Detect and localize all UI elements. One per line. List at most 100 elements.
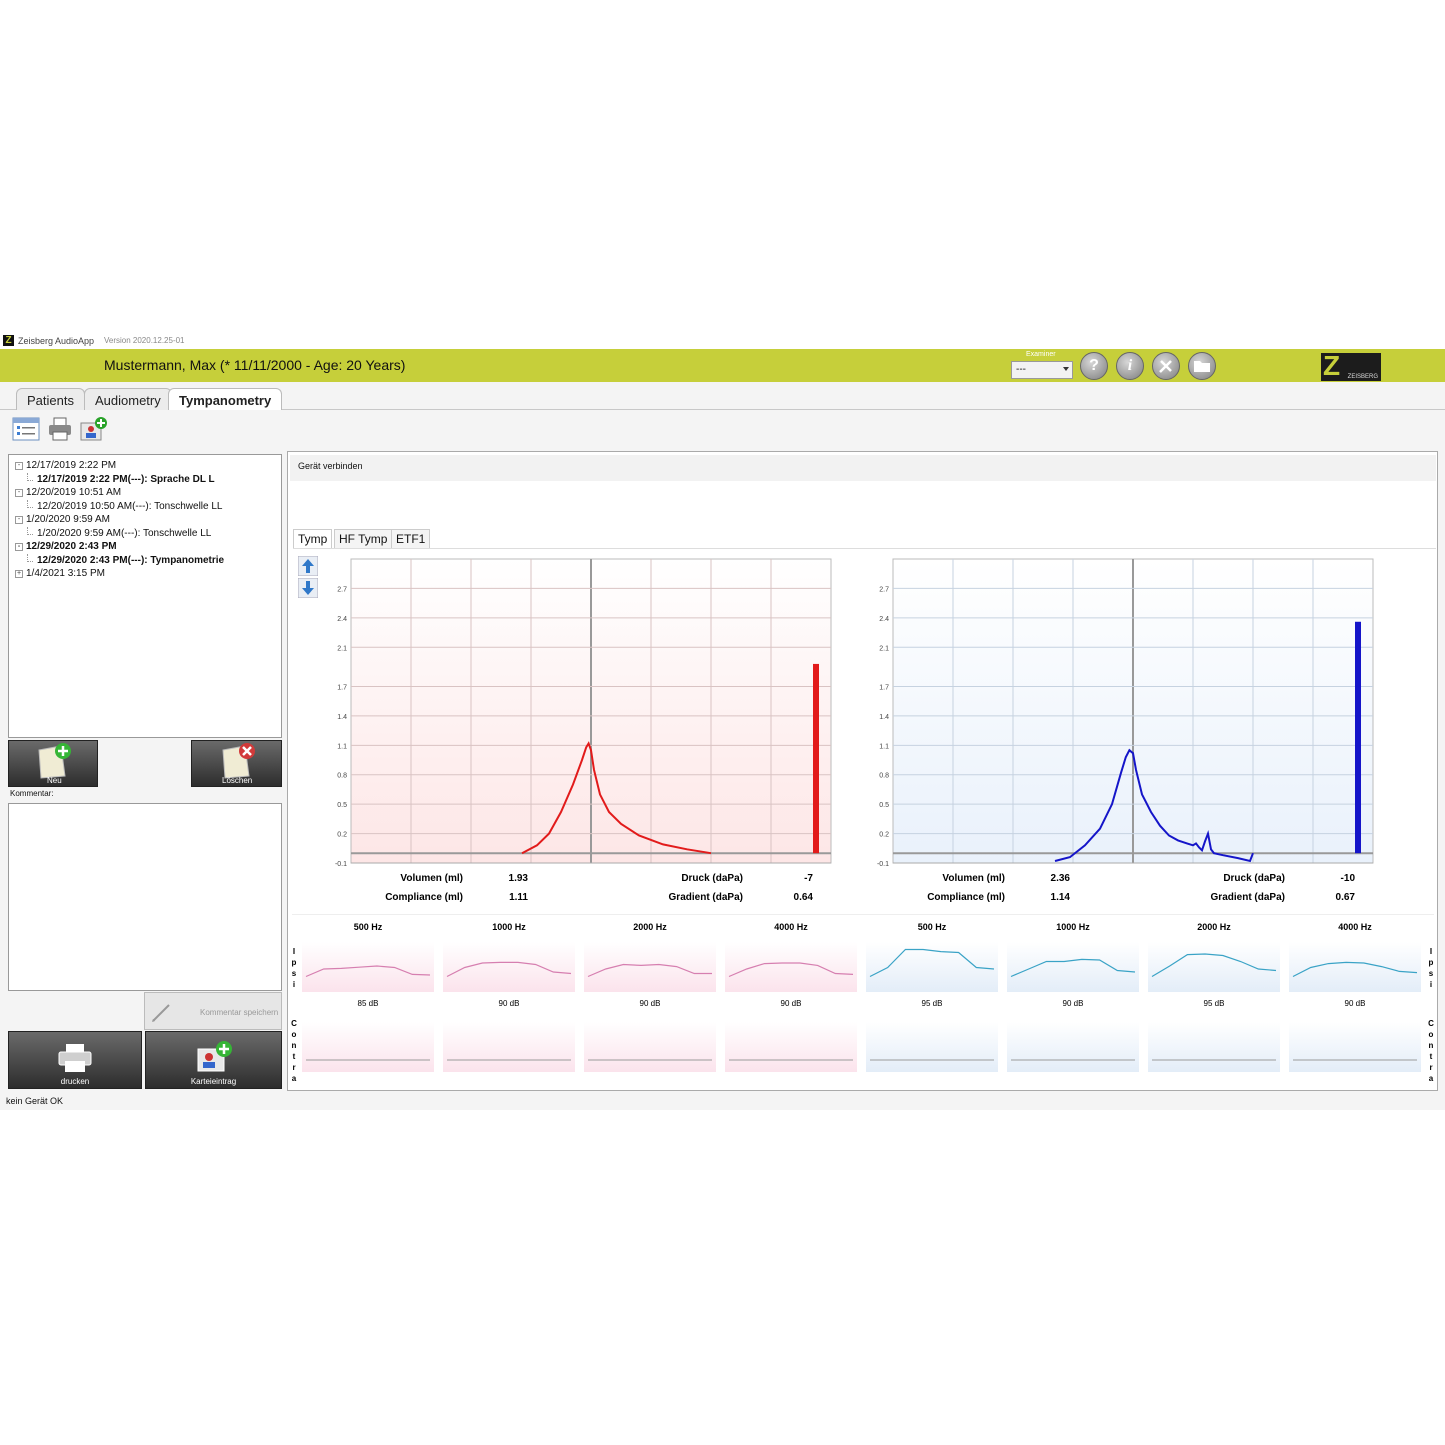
- reflex-level: 95 dB: [922, 999, 943, 1008]
- vertical-label-char: a: [292, 1074, 297, 1083]
- app-logo-icon: Z: [3, 335, 14, 346]
- status-text: kein Gerät OK: [6, 1096, 64, 1106]
- new-button-label: Neu: [47, 776, 62, 785]
- comment-input[interactable]: [8, 803, 282, 991]
- folder-button[interactable]: [1188, 352, 1216, 380]
- tree-item-session[interactable]: -12/29/2020 2:43 PM: [15, 540, 281, 554]
- help-button[interactable]: ?: [1080, 352, 1108, 380]
- reflex-panel: 500 Hz 95 dB: [866, 922, 998, 1072]
- stat-value: 0.64: [794, 892, 814, 903]
- volume-bar-left: [1355, 621, 1361, 854]
- connect-device-link[interactable]: Gerät verbinden: [298, 461, 363, 471]
- new-button[interactable]: Neu: [8, 740, 98, 787]
- contra-panel-bg: [866, 1022, 998, 1072]
- info-button[interactable]: i: [1116, 352, 1144, 380]
- delete-button[interactable]: Löschen: [191, 740, 282, 787]
- tree-connector-icon: [27, 526, 33, 535]
- stat-value: 2.36: [1051, 873, 1071, 884]
- collapse-icon[interactable]: -: [15, 516, 23, 524]
- vertical-label-char: t: [1430, 1052, 1433, 1061]
- collapse-icon[interactable]: -: [15, 489, 23, 497]
- ipsi-panel-bg: [1007, 942, 1139, 992]
- subtab-etf1[interactable]: ETF1: [391, 529, 431, 548]
- tree-item-label: 12/20/2019 10:51 AM: [26, 487, 122, 498]
- record-button[interactable]: Karteieintrag: [145, 1031, 282, 1089]
- tree-item-label: 12/17/2019 2:22 PM: [26, 460, 117, 471]
- ipsi-panel-bg: [443, 942, 575, 992]
- tree-item-test[interactable]: 1/20/2020 9:59 AM(---): Tonschwelle LL: [15, 526, 281, 541]
- contra-panel-bg: [302, 1022, 434, 1072]
- app-window: Z Zeisberg AudioApp Version 2020.12.25-0…: [0, 332, 1445, 1110]
- reflex-level: 95 dB: [1204, 999, 1225, 1008]
- tab-tympanometry[interactable]: Tympanometry: [168, 388, 283, 410]
- reflex-level: 90 dB: [1345, 999, 1366, 1008]
- vertical-label-char: r: [1429, 1063, 1432, 1072]
- reflex-panel: 1000 Hz 90 dB: [1007, 922, 1139, 1072]
- delete-button-label: Löschen: [222, 776, 253, 785]
- stat-label: Volumen (ml): [942, 873, 1005, 884]
- title-bar: Z Zeisberg AudioApp Version 2020.12.25-0…: [0, 332, 1445, 349]
- vertical-label-char: i: [293, 980, 295, 989]
- list-view-icon[interactable]: [12, 416, 40, 442]
- stat-value: 1.11: [509, 892, 528, 903]
- print-button[interactable]: drucken: [8, 1031, 142, 1089]
- tree-item-label: 12/29/2020 2:43 PM(---): Tympanometrie: [37, 554, 225, 566]
- chevron-down-icon: [1063, 367, 1069, 371]
- y-tick-label: 0.8: [337, 773, 347, 780]
- tree-item-test[interactable]: 12/17/2019 2:22 PM(---): Sprache DL L: [15, 472, 281, 487]
- tree-item-session[interactable]: -12/17/2019 2:22 PM: [15, 459, 281, 473]
- settings-button[interactable]: [1152, 352, 1180, 380]
- tab-patients[interactable]: Patients: [16, 388, 85, 410]
- tympanogram-charts: -0.1 0.2 0.5 0.8 1.1 1.4 1.7 2.1 2.4 2.7 Volumen (…: [335, 558, 1374, 903]
- collapse-icon[interactable]: -: [15, 543, 23, 551]
- reflex-panel: 2000 Hz 90 dB: [584, 922, 716, 1072]
- vertical-label-char: p: [1429, 958, 1434, 967]
- tree-item-session[interactable]: -12/20/2019 10:51 AM: [15, 486, 281, 500]
- y-tick-label: 2.1: [337, 645, 347, 652]
- contra-panel-bg: [725, 1022, 857, 1072]
- vertical-label-char: s: [1429, 969, 1434, 978]
- examiner-value: ---: [1016, 364, 1026, 375]
- print-icon[interactable]: [46, 416, 74, 442]
- y-tick-label: -0.1: [877, 861, 889, 868]
- tympanogram-left: -0.1 0.2 0.5 0.8 1.1 1.4 1.7 2.1 2.4 2.7 Volumen (…: [877, 558, 1374, 903]
- expand-icon[interactable]: +: [15, 570, 23, 578]
- stat-label: Druck (daPa): [1223, 873, 1285, 884]
- tree-item-session[interactable]: -1/20/2020 9:59 AM: [15, 513, 281, 527]
- vertical-label-char: i: [1430, 980, 1432, 989]
- reflex-level: 90 dB: [640, 999, 661, 1008]
- vertical-label-char: a: [1429, 1074, 1434, 1083]
- stat-value: -10: [1341, 873, 1356, 884]
- tools-icon: [1159, 360, 1172, 373]
- subtab-tymp[interactable]: Tymp: [293, 529, 333, 548]
- ipsi-panel-bg: [866, 942, 998, 992]
- brand-logo: Z ZEISBERG: [1321, 350, 1381, 381]
- y-tick-label: 2.7: [879, 586, 889, 593]
- tab-audiometry[interactable]: Audiometry: [84, 388, 172, 410]
- y-tick-label: 0.2: [337, 832, 347, 839]
- tree-connector-icon: [27, 472, 33, 481]
- print-button-label: drucken: [60, 1077, 90, 1086]
- save-comment-button[interactable]: Kommentar speichern: [144, 992, 282, 1030]
- tree-item-session[interactable]: +1/4/2021 3:15 PM: [15, 567, 281, 581]
- tree-item-test[interactable]: 12/29/2020 2:43 PM(---): Tympanometrie: [15, 553, 281, 568]
- tree-item-test[interactable]: 12/20/2019 10:50 AM(---): Tonschwelle LL: [15, 499, 281, 514]
- subtab-hf-tymp[interactable]: HF Tymp: [334, 529, 393, 548]
- reflex-frequency: 1000 Hz: [1056, 922, 1090, 932]
- ipsi-panel-bg: [584, 942, 716, 992]
- vertical-label-char: o: [292, 1030, 297, 1039]
- y-tick-label: 1.1: [337, 743, 347, 750]
- contra-panel-bg: [584, 1022, 716, 1072]
- main-panel: Gerät verbinden Tymp HF Tymp ETF1 -0.1 0.…: [287, 451, 1438, 1091]
- left-panel: -12/17/2019 2:22 PM 12/17/2019 2:22 PM(--…: [6, 451, 284, 1091]
- add-record-icon[interactable]: [80, 416, 108, 442]
- tree-item-label: 12/20/2019 10:50 AM(---): Tonschwelle LL: [37, 500, 223, 512]
- y-tick-label: 1.4: [337, 714, 347, 721]
- y-tick-label: 1.4: [879, 714, 889, 721]
- examiner-select[interactable]: ---: [1011, 361, 1073, 379]
- collapse-icon[interactable]: -: [15, 462, 23, 470]
- contra-panel-bg: [1289, 1022, 1421, 1072]
- tympanogram-area: -0.1 0.2 0.5 0.8 1.1 1.4 1.7 2.1 2.4 2.7 Volumen (…: [293, 548, 1436, 914]
- tree-item-label: 1/4/2021 3:15 PM: [26, 568, 105, 579]
- y-tick-label: 0.2: [879, 832, 889, 839]
